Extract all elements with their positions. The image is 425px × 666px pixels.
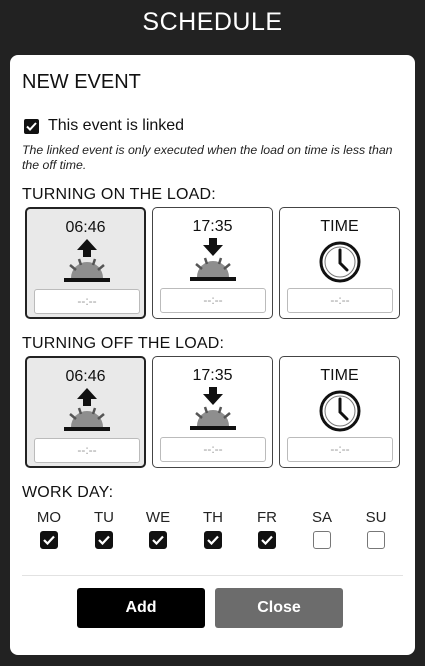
day-checkbox[interactable] bbox=[204, 531, 222, 549]
clock-icon bbox=[319, 390, 361, 432]
divider bbox=[22, 575, 403, 576]
day-label: WE bbox=[145, 509, 171, 526]
day-label: MO bbox=[36, 509, 62, 526]
turn-on-sunrise-offset-field[interactable]: --:-- bbox=[34, 289, 140, 314]
day-friday[interactable]: FR bbox=[247, 509, 287, 550]
turn-on-sunset-option[interactable]: 17:35 --:-- bbox=[152, 207, 273, 319]
day-checkbox[interactable] bbox=[367, 531, 385, 549]
sunrise-icon bbox=[64, 388, 110, 431]
day-saturday[interactable]: SA bbox=[302, 509, 342, 554]
sunrise-icon bbox=[64, 239, 110, 282]
day-tuesday[interactable]: TU bbox=[84, 509, 124, 550]
turn-on-section-title: TURNING ON THE LOAD: bbox=[22, 186, 216, 203]
tile-label: 06:46 bbox=[65, 368, 106, 385]
turn-off-sunrise-offset-field[interactable]: --:-- bbox=[34, 438, 140, 463]
panel-title: NEW EVENT bbox=[22, 71, 141, 93]
close-button[interactable]: Close bbox=[215, 588, 343, 628]
turn-on-time-field[interactable]: --:-- bbox=[287, 288, 393, 313]
day-label: FR bbox=[257, 509, 277, 526]
tile-label: 17:35 bbox=[192, 218, 233, 235]
linked-event-note: The linked event is only executed when t… bbox=[22, 143, 393, 172]
day-wednesday[interactable]: WE bbox=[138, 509, 178, 550]
tile-label: 06:46 bbox=[65, 219, 106, 236]
turn-on-sunset-offset-field[interactable]: --:-- bbox=[160, 288, 266, 313]
day-label: SA bbox=[311, 509, 332, 526]
day-checkbox[interactable] bbox=[40, 531, 58, 549]
day-checkbox[interactable] bbox=[313, 531, 331, 549]
linked-event-option[interactable]: This event is linked bbox=[24, 117, 184, 135]
day-label: TH bbox=[203, 509, 223, 526]
turn-off-time-option[interactable]: TIME --:-- bbox=[279, 356, 400, 468]
day-sunday[interactable]: SU bbox=[356, 509, 396, 554]
workday-section-title: WORK DAY: bbox=[22, 484, 114, 501]
turn-on-sunrise-option[interactable]: 06:46 --:-- bbox=[25, 207, 146, 319]
day-checkbox[interactable] bbox=[95, 531, 113, 549]
clock-icon bbox=[319, 241, 361, 283]
app-title: SCHEDULE bbox=[142, 8, 283, 36]
turn-off-sunset-offset-field[interactable]: --:-- bbox=[160, 437, 266, 462]
sunset-icon bbox=[190, 387, 236, 430]
day-label: SU bbox=[365, 509, 387, 526]
day-monday[interactable]: MO bbox=[29, 509, 69, 550]
tile-label: TIME bbox=[320, 218, 359, 235]
day-checkbox[interactable] bbox=[149, 531, 167, 549]
turn-on-time-option[interactable]: TIME --:-- bbox=[279, 207, 400, 319]
day-thursday[interactable]: TH bbox=[193, 509, 233, 550]
add-button[interactable]: Add bbox=[77, 588, 205, 628]
linked-event-label: This event is linked bbox=[48, 117, 185, 134]
new-event-panel: NEW EVENT This event is linked The linke… bbox=[10, 55, 415, 655]
turn-off-sunset-option[interactable]: 17:35 --:-- bbox=[152, 356, 273, 468]
linked-event-checkbox[interactable] bbox=[24, 118, 39, 134]
day-label: TU bbox=[94, 509, 114, 526]
turn-off-section-title: TURNING OFF THE LOAD: bbox=[22, 335, 225, 352]
day-checkbox[interactable] bbox=[258, 531, 276, 549]
tile-label: TIME bbox=[320, 367, 359, 384]
sunset-icon bbox=[190, 238, 236, 281]
turn-off-time-field[interactable]: --:-- bbox=[287, 437, 393, 462]
tile-label: 17:35 bbox=[192, 367, 233, 384]
turn-off-sunrise-option[interactable]: 06:46 --:-- bbox=[25, 356, 146, 468]
